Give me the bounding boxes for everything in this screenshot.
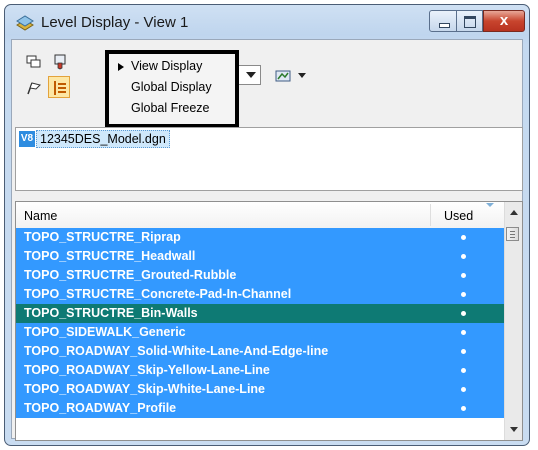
level-list-button[interactable] xyxy=(48,76,70,98)
sort-indicator-icon xyxy=(486,203,494,207)
level-list[interactable]: Name Used TOPO_STRUCTRE_Riprap TOPO_STRU… xyxy=(15,201,523,441)
used-dot-icon xyxy=(461,387,466,392)
display-mode-menu: View Display Global Display Global Freez… xyxy=(105,50,239,128)
level-name: TOPO_ROADWAY_Skip-Yellow-Lane-Line xyxy=(24,363,270,377)
level-flag-button[interactable] xyxy=(23,77,45,99)
level-manager-button[interactable] xyxy=(23,51,45,73)
table-row[interactable]: TOPO_STRUCTRE_Headwall xyxy=(16,247,506,266)
filter-button[interactable] xyxy=(49,51,71,73)
title-bar[interactable]: Level Display - View 1 x xyxy=(5,5,529,39)
maximize-icon xyxy=(464,16,476,28)
dgn-file-icon: V8 xyxy=(19,131,35,147)
level-name: TOPO_ROADWAY_Profile xyxy=(24,401,177,415)
table-row[interactable]: TOPO_STRUCTRE_Riprap xyxy=(16,228,506,247)
column-header-name[interactable]: Name xyxy=(24,209,57,223)
used-dot-icon xyxy=(461,349,466,354)
model-file-tree[interactable]: V8 12345DES_Model.dgn xyxy=(15,127,523,191)
menu-check-icon xyxy=(118,63,124,71)
level-list-icon xyxy=(54,81,66,95)
level-name: TOPO_SIDEWALK_Generic xyxy=(24,325,186,339)
level-name: TOPO_STRUCTRE_Riprap xyxy=(24,230,181,244)
model-file-name[interactable]: 12345DES_Model.dgn xyxy=(36,130,170,148)
level-display-icon xyxy=(16,15,34,31)
maximize-button[interactable] xyxy=(457,10,483,32)
scroll-up-icon[interactable] xyxy=(510,210,518,215)
used-dot-icon xyxy=(461,254,466,259)
used-dot-icon xyxy=(461,406,466,411)
window-title: Level Display - View 1 xyxy=(41,14,189,31)
vertical-scrollbar[interactable] xyxy=(504,202,522,440)
filter-icon xyxy=(54,54,66,70)
level-symbology-button[interactable] xyxy=(272,65,294,87)
menu-item-global-freeze[interactable]: Global Freeze xyxy=(131,101,210,115)
list-header: Name Used xyxy=(16,202,506,229)
level-name: TOPO_STRUCTRE_Headwall xyxy=(24,249,196,263)
used-dot-icon xyxy=(461,311,466,316)
used-dot-icon xyxy=(461,235,466,240)
level-name: TOPO_ROADWAY_Solid-White-Lane-And-Edge-l… xyxy=(24,344,329,358)
scroll-thumb[interactable] xyxy=(506,227,519,241)
scroll-down-icon[interactable] xyxy=(510,427,518,432)
flag-icon xyxy=(27,82,41,95)
minimize-icon xyxy=(439,23,450,28)
table-row-focused[interactable]: TOPO_STRUCTRE_Bin-Walls xyxy=(16,304,506,323)
level-name: TOPO_ROADWAY_Skip-White-Lane-Line xyxy=(24,382,266,396)
chevron-down-icon xyxy=(246,72,256,78)
table-row[interactable]: TOPO_SIDEWALK_Generic xyxy=(16,323,506,342)
menu-item-view-display[interactable]: View Display xyxy=(131,59,202,73)
symbology-icon xyxy=(275,70,291,82)
close-icon: x xyxy=(499,12,509,29)
column-divider[interactable] xyxy=(430,204,431,226)
level-name: TOPO_STRUCTRE_Grouted-Rubble xyxy=(24,268,237,282)
used-dot-icon xyxy=(461,292,466,297)
close-button[interactable]: x xyxy=(483,10,525,32)
level-manager-icon xyxy=(26,55,41,68)
table-row[interactable]: TOPO_ROADWAY_Skip-White-Lane-Line xyxy=(16,380,506,399)
minimize-button[interactable] xyxy=(429,10,457,32)
used-dot-icon xyxy=(461,368,466,373)
level-name: TOPO_STRUCTRE_Bin-Walls xyxy=(24,306,198,320)
table-row[interactable]: TOPO_STRUCTRE_Grouted-Rubble xyxy=(16,266,506,285)
table-row[interactable]: TOPO_ROADWAY_Skip-Yellow-Lane-Line xyxy=(16,361,506,380)
used-dot-icon xyxy=(461,273,466,278)
column-header-used[interactable]: Used xyxy=(444,209,473,223)
symbology-dropdown-arrow[interactable] xyxy=(298,73,306,78)
level-display-window: Level Display - View 1 x s xyxy=(4,4,530,446)
table-row[interactable]: TOPO_STRUCTRE_Concrete-Pad-In-Channel xyxy=(16,285,506,304)
level-name: TOPO_STRUCTRE_Concrete-Pad-In-Channel xyxy=(24,287,292,301)
table-row[interactable]: TOPO_ROADWAY_Solid-White-Lane-And-Edge-l… xyxy=(16,342,506,361)
used-dot-icon xyxy=(461,330,466,335)
level-rows: TOPO_STRUCTRE_Riprap TOPO_STRUCTRE_Headw… xyxy=(16,228,506,418)
menu-item-global-display[interactable]: Global Display xyxy=(131,80,212,94)
table-row[interactable]: TOPO_ROADWAY_Profile xyxy=(16,399,506,418)
